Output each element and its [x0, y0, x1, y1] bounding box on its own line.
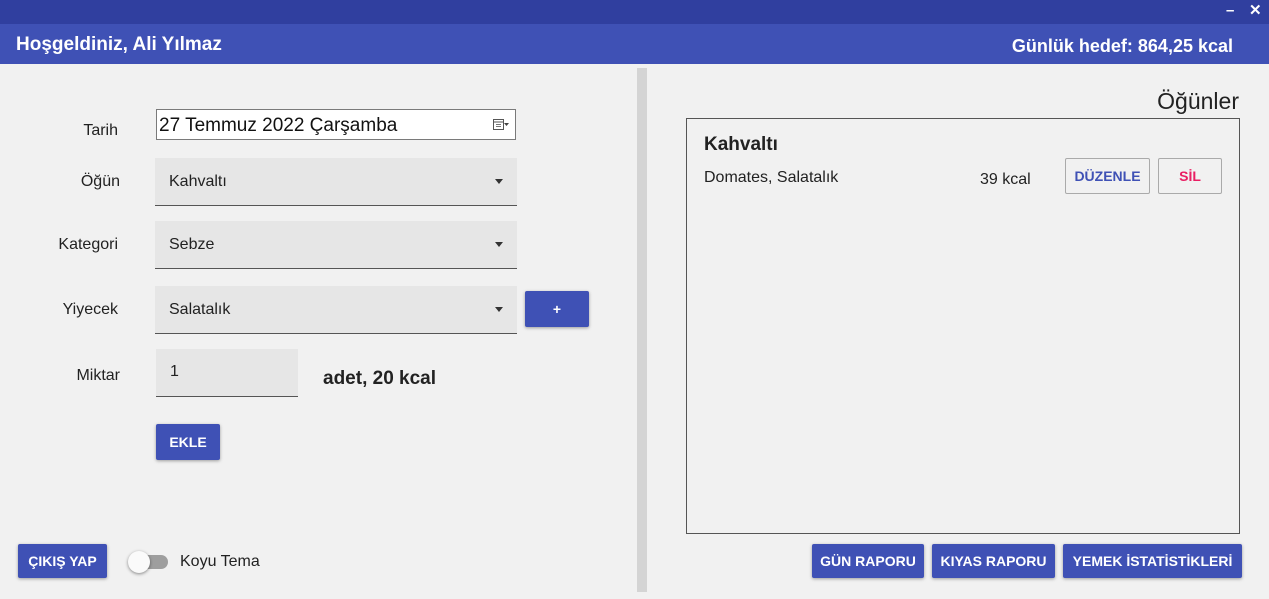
calendar-icon[interactable]: [493, 118, 509, 132]
add-button[interactable]: EKLE: [156, 424, 220, 460]
welcome-text: Hoşgeldiniz, Ali Yılmaz: [16, 34, 222, 55]
amount-unit-text: adet, 20 kcal: [323, 368, 437, 389]
logout-button[interactable]: ÇIKIŞ YAP: [18, 544, 107, 578]
meal-select[interactable]: Kahvaltı: [155, 158, 517, 206]
food-select-value: Salatalık: [169, 301, 231, 318]
day-report-button[interactable]: GÜN RAPORU: [812, 544, 924, 578]
date-picker[interactable]: 27 Temmuz 2022 Çarşamba: [156, 109, 516, 140]
date-label: Tarih: [83, 122, 118, 139]
amount-value: 1: [170, 363, 179, 380]
dark-theme-label: Koyu Tema: [180, 553, 260, 570]
food-stats-button[interactable]: YEMEK İSTATİSTİKLERİ: [1063, 544, 1242, 578]
chevron-down-icon: [495, 242, 503, 247]
category-label: Kategori: [58, 236, 118, 253]
meal-select-value: Kahvaltı: [169, 173, 227, 190]
close-icon[interactable]: ✕: [1249, 2, 1262, 20]
add-food-button[interactable]: +: [525, 291, 589, 327]
category-select[interactable]: Sebze: [155, 221, 517, 269]
category-select-value: Sebze: [169, 236, 215, 253]
panel-splitter[interactable]: [637, 68, 647, 592]
food-select[interactable]: Salatalık: [155, 286, 517, 334]
app-header: Hoşgeldiniz, Ali Yılmaz Günlük hedef: 86…: [0, 24, 1269, 64]
window-titlebar: – ✕: [0, 0, 1269, 24]
toggle-knob: [128, 551, 150, 573]
chevron-down-icon: [495, 179, 503, 184]
meal-name: Kahvaltı: [704, 134, 778, 155]
minimize-icon[interactable]: –: [1226, 2, 1234, 20]
amount-input[interactable]: 1: [156, 349, 298, 397]
meals-title: Öğünler: [1157, 88, 1239, 114]
food-label: Yiyecek: [62, 301, 118, 318]
chevron-down-icon: [495, 307, 503, 312]
meal-kcal: 39 kcal: [980, 171, 1031, 188]
dark-theme-toggle[interactable]: [128, 551, 170, 573]
amount-label: Miktar: [76, 367, 120, 384]
delete-meal-button[interactable]: SİL: [1158, 158, 1222, 194]
daily-goal-text: Günlük hedef: 864,25 kcal: [1011, 36, 1233, 56]
meal-label: Öğün: [80, 173, 120, 190]
meal-foods: Domates, Salatalık: [704, 169, 839, 186]
compare-report-button[interactable]: KIYAS RAPORU: [932, 544, 1055, 578]
date-value: 27 Temmuz 2022 Çarşamba: [159, 115, 398, 136]
edit-meal-button[interactable]: DÜZENLE: [1065, 158, 1150, 194]
